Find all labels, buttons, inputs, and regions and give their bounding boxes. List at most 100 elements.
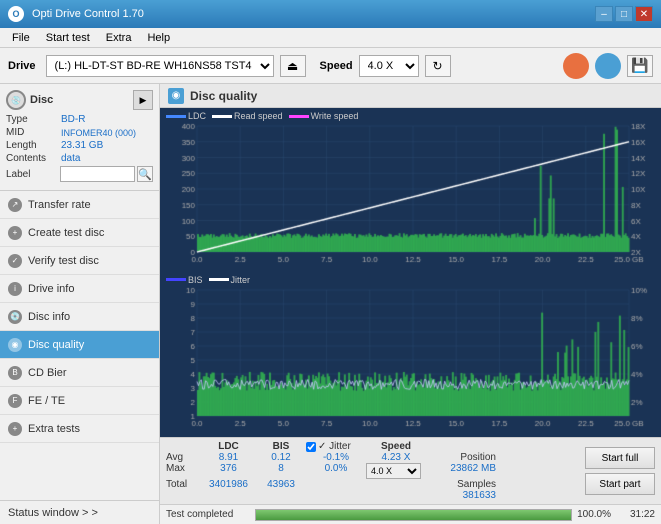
legend-write-speed-label: Write speed	[311, 111, 359, 121]
mid-value: INFOMER40 (000)	[61, 128, 153, 138]
disc-quality-header: ◉ Disc quality	[160, 84, 661, 108]
minimize-button[interactable]: –	[595, 6, 613, 22]
sidebar-item-drive-info[interactable]: i Drive info	[0, 275, 159, 303]
sidebar-item-create-test-disc[interactable]: + Create test disc	[0, 219, 159, 247]
nav-label-create-test-disc: Create test disc	[28, 227, 104, 239]
max-row: Max 376 8 0.0% 4.0 X 23862 MB	[166, 463, 573, 479]
nav-label-fe-te: FE / TE	[28, 395, 65, 407]
label-btn[interactable]: 🔍	[137, 166, 153, 182]
sidebar-item-extra-tests[interactable]: + Extra tests	[0, 415, 159, 443]
transfer-rate-icon: ↗	[8, 198, 22, 212]
ldc-header: LDC	[201, 441, 256, 452]
menu-starttest[interactable]: Start test	[38, 30, 98, 46]
jitter-checkbox[interactable]	[306, 442, 316, 452]
menu-file[interactable]: File	[4, 30, 38, 46]
legend-write-speed: Write speed	[289, 111, 359, 121]
refresh-button[interactable]: ↻	[425, 55, 451, 77]
sidebar-item-fe-te[interactable]: F FE / TE	[0, 387, 159, 415]
ldc-color	[166, 115, 186, 118]
create-test-disc-icon: +	[8, 226, 22, 240]
eject-button[interactable]: ⏏	[280, 55, 306, 77]
progress-time: 31:22	[615, 509, 655, 520]
legend-read-speed-label: Read speed	[234, 111, 283, 121]
max-jitter: 0.0%	[306, 463, 366, 479]
avg-row: Avg 8.91 0.12 -0.1% 4.23 X Position	[166, 452, 573, 463]
read-speed-color	[212, 115, 232, 118]
nav-label-verify-test-disc: Verify test disc	[28, 255, 99, 267]
close-button[interactable]: ✕	[635, 6, 653, 22]
samples-row: 381633	[166, 490, 573, 501]
drive-select[interactable]: (L:) HL-DT-ST BD-RE WH16NS58 TST4	[46, 55, 274, 77]
disc-info-icon: 💿	[8, 310, 22, 324]
chart1-container: LDC Read speed Write speed	[162, 110, 659, 272]
stats-headers-row: LDC BIS ✓ Jitter Speed	[166, 441, 573, 452]
toolbar-btn-2[interactable]	[595, 53, 621, 79]
avg-ldc: 8.91	[201, 452, 256, 463]
disc-quality-title: Disc quality	[190, 89, 257, 103]
window-controls: – □ ✕	[595, 6, 653, 22]
verify-test-disc-icon: ✓	[8, 254, 22, 268]
ldc-chart	[162, 122, 659, 270]
total-label: Total	[166, 479, 201, 490]
nav-label-transfer-rate: Transfer rate	[28, 199, 91, 211]
start-part-button[interactable]: Start part	[585, 473, 655, 495]
contents-label: Contents	[6, 153, 61, 164]
speed-label: Speed	[320, 60, 353, 72]
total-row: Total 3401986 43963 Samples	[166, 479, 573, 490]
maximize-button[interactable]: □	[615, 6, 633, 22]
speed-select[interactable]: 4.0 X	[359, 55, 419, 77]
bottom-stats-area: LDC BIS ✓ Jitter Speed Avg 8.91 0.12 -0.…	[160, 437, 661, 504]
label-input[interactable]	[60, 166, 135, 182]
toolbar-btn-3[interactable]: 💾	[627, 55, 653, 77]
drive-info-icon: i	[8, 282, 22, 296]
bis-jitter-chart	[162, 286, 659, 434]
sidebar-item-cd-bier[interactable]: B CD Bier	[0, 359, 159, 387]
toolbar-btn-1[interactable]	[563, 53, 589, 79]
menu-help[interactable]: Help	[139, 30, 178, 46]
length-label: Length	[6, 140, 61, 151]
sidebar-item-disc-info[interactable]: 💿 Disc info	[0, 303, 159, 331]
app-icon: O	[8, 6, 24, 22]
total-ldc: 3401986	[201, 479, 256, 490]
sidebar: 💿 Disc ▶ Type BD-R MID INFOMER40 (000) L…	[0, 84, 160, 524]
max-ldc: 376	[201, 463, 256, 479]
total-bis: 43963	[256, 479, 306, 490]
samples-label: Samples	[426, 479, 496, 490]
sidebar-item-transfer-rate[interactable]: ↗ Transfer rate	[0, 191, 159, 219]
position-value: 23862 MB	[426, 463, 496, 479]
avg-jitter: -0.1%	[306, 452, 366, 463]
nav-label-disc-quality: Disc quality	[28, 339, 84, 351]
stats-main: LDC BIS ✓ Jitter Speed Avg 8.91 0.12 -0.…	[160, 438, 579, 504]
action-buttons: Start full Start part	[579, 438, 661, 504]
length-value: 23.31 GB	[61, 140, 153, 151]
nav-label-cd-bier: CD Bier	[28, 367, 67, 379]
nav-label-drive-info: Drive info	[28, 283, 74, 295]
disc-header-text: Disc	[30, 94, 53, 106]
titlebar-title: Opti Drive Control 1.70	[32, 8, 144, 20]
legend-ldc-label: LDC	[188, 111, 206, 121]
chart2-legend: BIS Jitter	[162, 274, 659, 286]
legend-ldc: LDC	[166, 111, 206, 121]
menu-extra[interactable]: Extra	[98, 30, 140, 46]
avg-label: Avg	[166, 452, 201, 463]
jitter-color	[209, 278, 229, 281]
disc-options-btn[interactable]: ▶	[133, 90, 153, 110]
status-window-label: Status window > >	[8, 507, 98, 519]
progress-bar-area: Test completed 100.0% 31:22	[160, 504, 661, 524]
titlebar: O Opti Drive Control 1.70 – □ ✕	[0, 0, 661, 28]
nav-label-disc-info: Disc info	[28, 311, 70, 323]
start-full-button[interactable]: Start full	[585, 447, 655, 469]
content-area: ◉ Disc quality LDC Read speed	[160, 84, 661, 524]
status-window-item[interactable]: Status window > >	[0, 500, 159, 524]
sidebar-item-disc-quality[interactable]: ◉ Disc quality	[0, 331, 159, 359]
menubar: File Start test Extra Help	[0, 28, 661, 48]
contents-value: data	[61, 153, 153, 164]
fe-te-icon: F	[8, 394, 22, 408]
speed-select-bottom[interactable]: 4.0 X	[366, 463, 421, 479]
disc-icon: 💿	[6, 90, 26, 110]
jitter-check-label: ✓ Jitter	[318, 441, 351, 452]
samples-value: 381633	[426, 490, 496, 501]
legend-read-speed: Read speed	[212, 111, 283, 121]
legend-bis-label: BIS	[188, 275, 203, 285]
sidebar-item-verify-test-disc[interactable]: ✓ Verify test disc	[0, 247, 159, 275]
